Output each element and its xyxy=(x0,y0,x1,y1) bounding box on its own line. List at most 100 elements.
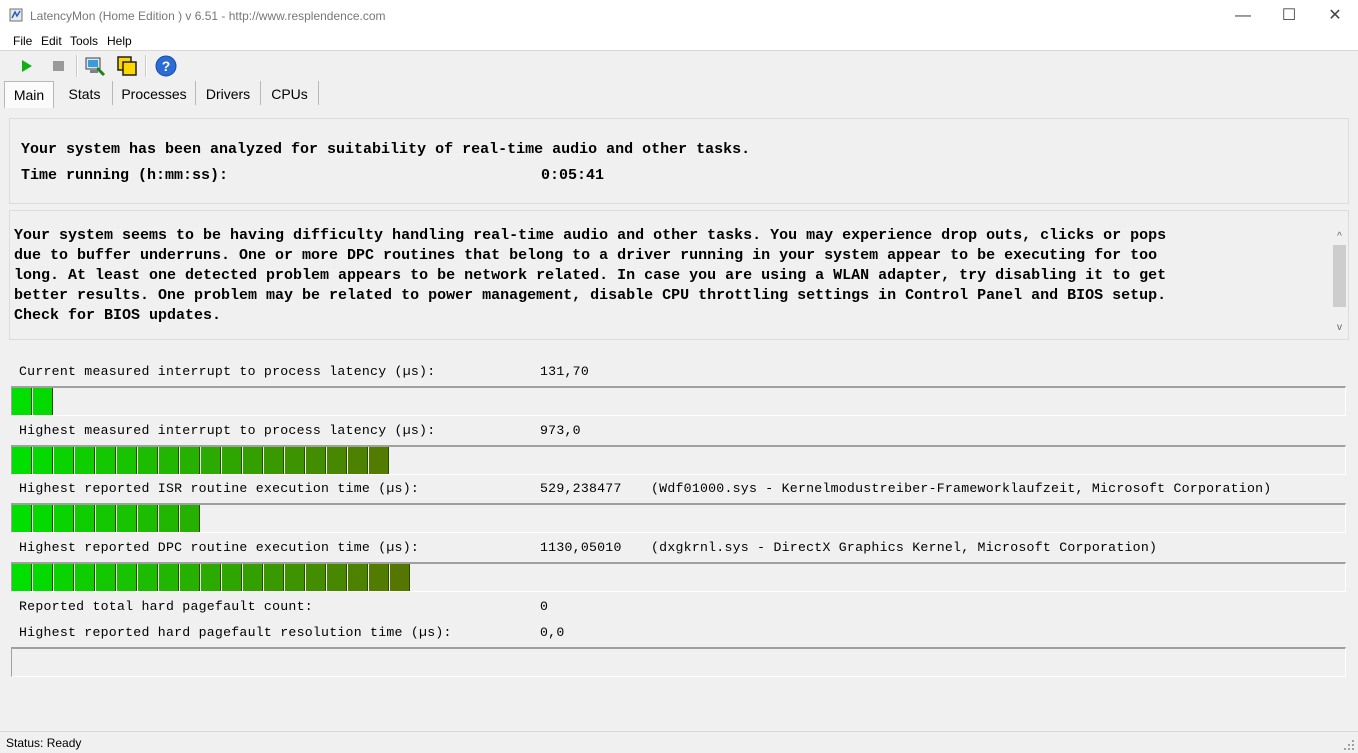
bar-segment xyxy=(243,564,263,591)
bar-segment xyxy=(222,564,242,591)
status-bar: Status: Ready xyxy=(0,731,1358,753)
bar-segment xyxy=(201,447,221,474)
close-button[interactable]: ✕ xyxy=(1312,0,1358,31)
verdict-line: Your system seems to be having difficult… xyxy=(14,227,1167,244)
menu-help[interactable]: Help xyxy=(107,34,132,48)
tab-main[interactable]: Main xyxy=(4,81,54,108)
bar-segment xyxy=(138,505,158,532)
metric-label: Highest reported DPC routine execution t… xyxy=(19,540,420,555)
tab-cpus[interactable]: CPUs xyxy=(261,81,319,105)
minimize-button[interactable]: — xyxy=(1220,0,1266,31)
verdict-line: better results. One problem may be relat… xyxy=(14,287,1167,304)
bar-segment xyxy=(159,447,179,474)
bar-segment xyxy=(54,505,74,532)
verdict-line: due to buffer underruns. One or more DPC… xyxy=(14,247,1158,264)
bar-segment xyxy=(12,447,32,474)
bar-segment xyxy=(264,564,284,591)
metrics-panel: Current measured interrupt to process la… xyxy=(9,343,1347,679)
bar-segment xyxy=(96,564,116,591)
bar-segment xyxy=(222,447,242,474)
verdict-text: Your system seems to be having difficult… xyxy=(14,226,1314,326)
metric-label: Reported total hard pagefault count: xyxy=(19,599,313,614)
metric-value: 0,0 xyxy=(540,625,565,640)
bar-segment xyxy=(180,447,200,474)
bar-segment xyxy=(159,505,179,532)
bar-fill xyxy=(12,447,390,474)
maximize-button[interactable]: ☐ xyxy=(1266,0,1312,31)
time-running-label: Time running (h:mm:ss): xyxy=(21,167,229,184)
toolbar: ? xyxy=(0,51,1358,81)
menu-edit[interactable]: Edit xyxy=(41,34,62,48)
bar-segment xyxy=(369,447,389,474)
bar-segment xyxy=(306,564,326,591)
scroll-down-icon[interactable]: v xyxy=(1331,322,1348,333)
metric-source: (Wdf01000.sys - Kernelmodustreiber-Frame… xyxy=(651,481,1272,496)
title-bar: LatencyMon (Home Edition ) v 6.51 - http… xyxy=(0,0,1358,31)
bar-segment xyxy=(96,505,116,532)
metric-label: Highest reported ISR routine execution t… xyxy=(19,481,420,496)
bar-segment xyxy=(369,564,389,591)
latency-bar xyxy=(11,445,1346,475)
bar-segment xyxy=(285,564,305,591)
latency-bar xyxy=(11,562,1346,592)
scroll-thumb[interactable] xyxy=(1333,245,1346,307)
stop-icon[interactable] xyxy=(46,54,70,78)
metric-value: 1130,05010 xyxy=(540,540,622,555)
help-icon[interactable]: ? xyxy=(154,54,178,78)
bar-segment xyxy=(348,447,368,474)
play-icon[interactable] xyxy=(14,54,38,78)
bar-segment xyxy=(75,564,95,591)
bar-segment xyxy=(138,447,158,474)
bar-segment xyxy=(12,564,32,591)
bar-segment xyxy=(138,564,158,591)
bar-segment xyxy=(180,505,200,532)
bar-segment xyxy=(54,447,74,474)
window-title: LatencyMon (Home Edition ) v 6.51 - http… xyxy=(30,9,386,23)
verdict-scrollbar[interactable]: ^ v xyxy=(1331,211,1348,339)
bar-segment xyxy=(201,564,221,591)
time-running-value: 0:05:41 xyxy=(541,167,605,184)
bar-segment xyxy=(348,564,368,591)
system-tools-icon[interactable] xyxy=(83,54,107,78)
verdict-line: Check for BIOS updates. xyxy=(14,307,222,324)
bar-segment xyxy=(75,447,95,474)
toolbar-separator xyxy=(76,55,78,77)
menu-bar: File Edit Tools Help xyxy=(0,31,1358,51)
scroll-up-icon[interactable]: ^ xyxy=(1331,231,1348,242)
verdict-line: long. At least one detected problem appe… xyxy=(14,267,1167,284)
bar-segment xyxy=(243,447,263,474)
verdict-panel: Your system seems to be having difficult… xyxy=(9,210,1349,340)
metric-source: (dxgkrnl.sys - DirectX Graphics Kernel, … xyxy=(651,540,1158,555)
bar-segment xyxy=(117,447,137,474)
bar-segment xyxy=(12,505,32,532)
bar-segment xyxy=(117,564,137,591)
windows-icon[interactable] xyxy=(115,54,139,78)
bar-fill xyxy=(12,388,54,415)
tab-processes[interactable]: Processes xyxy=(113,81,196,105)
tab-strip: Main Stats Processes Drivers CPUs xyxy=(0,81,1358,108)
analysis-text: Your system has been analyzed for suitab… xyxy=(21,141,751,158)
tab-drivers[interactable]: Drivers xyxy=(196,81,261,105)
bar-segment xyxy=(264,447,284,474)
bar-segment xyxy=(159,564,179,591)
bar-segment xyxy=(117,505,137,532)
bar-fill xyxy=(12,505,201,532)
bar-segment xyxy=(33,388,53,415)
bar-segment xyxy=(180,564,200,591)
metric-value: 529,238477 xyxy=(540,481,622,496)
toolbar-separator xyxy=(145,55,147,77)
latency-bar xyxy=(11,503,1346,533)
bar-segment xyxy=(390,564,410,591)
menu-tools[interactable]: Tools xyxy=(70,34,98,48)
tab-stats[interactable]: Stats xyxy=(57,81,113,105)
bar-segment xyxy=(75,505,95,532)
latency-bar xyxy=(11,386,1346,416)
resize-grip-icon[interactable] xyxy=(1344,740,1354,750)
summary-panel: Your system has been analyzed for suitab… xyxy=(9,118,1349,204)
bar-segment xyxy=(33,447,53,474)
bar-fill xyxy=(12,564,411,591)
menu-file[interactable]: File xyxy=(13,34,32,48)
status-text: Status: Ready xyxy=(6,736,82,750)
metric-value: 973,0 xyxy=(540,423,581,438)
help-glyph: ? xyxy=(162,58,171,74)
